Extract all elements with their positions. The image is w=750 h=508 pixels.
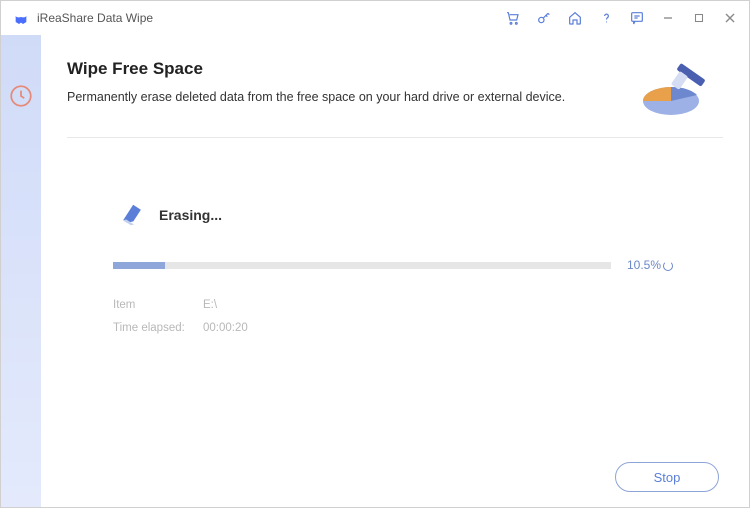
app-logo-icon <box>13 10 29 26</box>
progress-percent-text: 10.5% <box>627 258 661 272</box>
status-row: Erasing... <box>119 202 677 228</box>
title-left: iReaShare Data Wipe <box>13 10 153 26</box>
app-title: iReaShare Data Wipe <box>37 11 153 25</box>
footer: Stop <box>41 447 749 507</box>
feedback-icon[interactable] <box>628 9 646 27</box>
progress-percent: 10.5% <box>627 258 677 272</box>
titlebar: iReaShare Data Wipe <box>1 1 749 35</box>
help-icon[interactable] <box>597 9 615 27</box>
progress-area: Erasing... 10.5% Item E:\ <box>41 138 749 447</box>
close-button[interactable] <box>721 9 739 27</box>
info-block: Item E:\ Time elapsed: 00:00:20 <box>113 294 677 340</box>
home-icon[interactable] <box>566 9 584 27</box>
spinner-icon <box>663 261 673 271</box>
item-row: Item E:\ <box>113 294 677 317</box>
title-right <box>504 9 739 27</box>
item-label: Item <box>113 294 193 317</box>
key-icon[interactable] <box>535 9 553 27</box>
time-value: 00:00:20 <box>203 317 248 340</box>
wipe-mode-icon[interactable] <box>8 83 34 109</box>
maximize-button[interactable] <box>690 9 708 27</box>
app-window: iReaShare Data Wipe <box>0 0 750 508</box>
page-description: Permanently erase deleted data from the … <box>67 89 615 107</box>
sidebar <box>1 35 41 507</box>
progress-bar <box>113 262 611 269</box>
time-row: Time elapsed: 00:00:20 <box>113 317 677 340</box>
wipe-illustration-icon <box>631 59 717 119</box>
page-title: Wipe Free Space <box>67 59 615 79</box>
cart-icon[interactable] <box>504 9 522 27</box>
page-header: Wipe Free Space Permanently erase delete… <box>41 35 749 137</box>
header-text: Wipe Free Space Permanently erase delete… <box>67 59 615 107</box>
progress-fill <box>113 262 165 269</box>
time-label: Time elapsed: <box>113 317 193 340</box>
item-value: E:\ <box>203 294 217 317</box>
minimize-button[interactable] <box>659 9 677 27</box>
app-body: Wipe Free Space Permanently erase delete… <box>1 35 749 507</box>
eraser-icon <box>117 200 148 231</box>
status-text: Erasing... <box>159 207 222 223</box>
progress-row: 10.5% <box>113 258 677 272</box>
stop-button[interactable]: Stop <box>615 462 719 492</box>
main-panel: Wipe Free Space Permanently erase delete… <box>41 35 749 507</box>
